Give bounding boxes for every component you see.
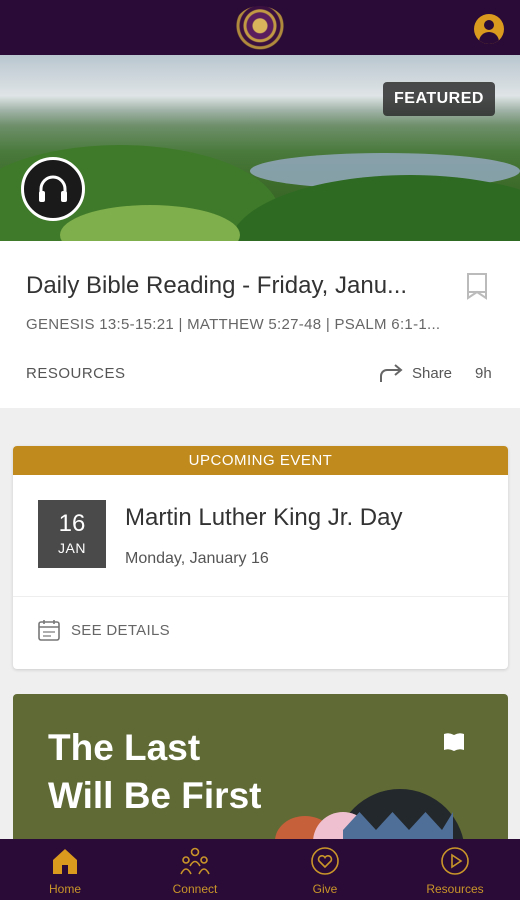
tab-label: Home xyxy=(48,882,81,896)
time-ago: 9h xyxy=(475,365,492,382)
tab-give[interactable]: Give xyxy=(260,839,390,900)
account-icon[interactable] xyxy=(474,14,504,44)
tab-resources[interactable]: Resources xyxy=(390,839,520,900)
category-label: RESOURCES xyxy=(26,365,126,382)
book-icon xyxy=(444,733,464,751)
event-date: Monday, January 16 xyxy=(125,550,269,567)
event-month: JAN xyxy=(58,540,86,556)
event-date-badge: 16 JAN xyxy=(38,500,106,568)
tab-connect[interactable]: Connect xyxy=(130,839,260,900)
event-title[interactable]: Martin Luther King Jr. Day xyxy=(125,504,402,532)
event-header: UPCOMING EVENT xyxy=(13,446,508,475)
bookmark-icon[interactable] xyxy=(466,272,488,300)
scripture-references: GENESIS 13:5-15:21 | MATTHEW 5:27-48 | P… xyxy=(26,316,441,333)
promo-title-line: Will Be First xyxy=(48,775,262,816)
sermon-series-card[interactable]: The Last Will Be First xyxy=(13,694,508,844)
featured-title[interactable]: Daily Bible Reading - Friday, Janu... xyxy=(26,272,436,300)
people-icon xyxy=(180,847,210,875)
church-logo[interactable] xyxy=(234,6,286,50)
promo-title-line: The Last xyxy=(48,727,201,768)
promo-title: The Last Will Be First xyxy=(48,724,378,820)
audio-play-button[interactable] xyxy=(21,157,85,221)
home-icon xyxy=(53,849,77,874)
tab-label: Resources xyxy=(426,882,484,896)
share-label: Share xyxy=(412,364,453,382)
bottom-tab-bar: Home Connect Give Resources xyxy=(0,839,520,900)
share-button[interactable]: Share xyxy=(378,360,452,386)
share-icon xyxy=(380,364,403,382)
hero-hill xyxy=(230,175,520,241)
account-icon-head xyxy=(484,20,494,30)
featured-badge: FEATURED xyxy=(383,82,495,116)
upcoming-event-card[interactable]: UPCOMING EVENT 16 JAN Martin Luther King… xyxy=(13,446,508,669)
play-icon xyxy=(441,847,469,875)
event-day: 16 xyxy=(58,510,86,537)
divider xyxy=(13,596,508,597)
tab-label: Give xyxy=(312,882,338,896)
calendar-icon xyxy=(38,620,60,641)
tab-home[interactable]: Home xyxy=(0,839,130,900)
tab-label: Connect xyxy=(172,882,218,896)
see-details-button[interactable]: SEE DETAILS xyxy=(37,618,170,642)
headphones-icon xyxy=(39,175,67,202)
see-details-label: SEE DETAILS xyxy=(71,621,170,639)
heart-icon xyxy=(311,847,339,875)
top-app-bar xyxy=(0,0,520,55)
account-icon-body xyxy=(479,32,499,44)
